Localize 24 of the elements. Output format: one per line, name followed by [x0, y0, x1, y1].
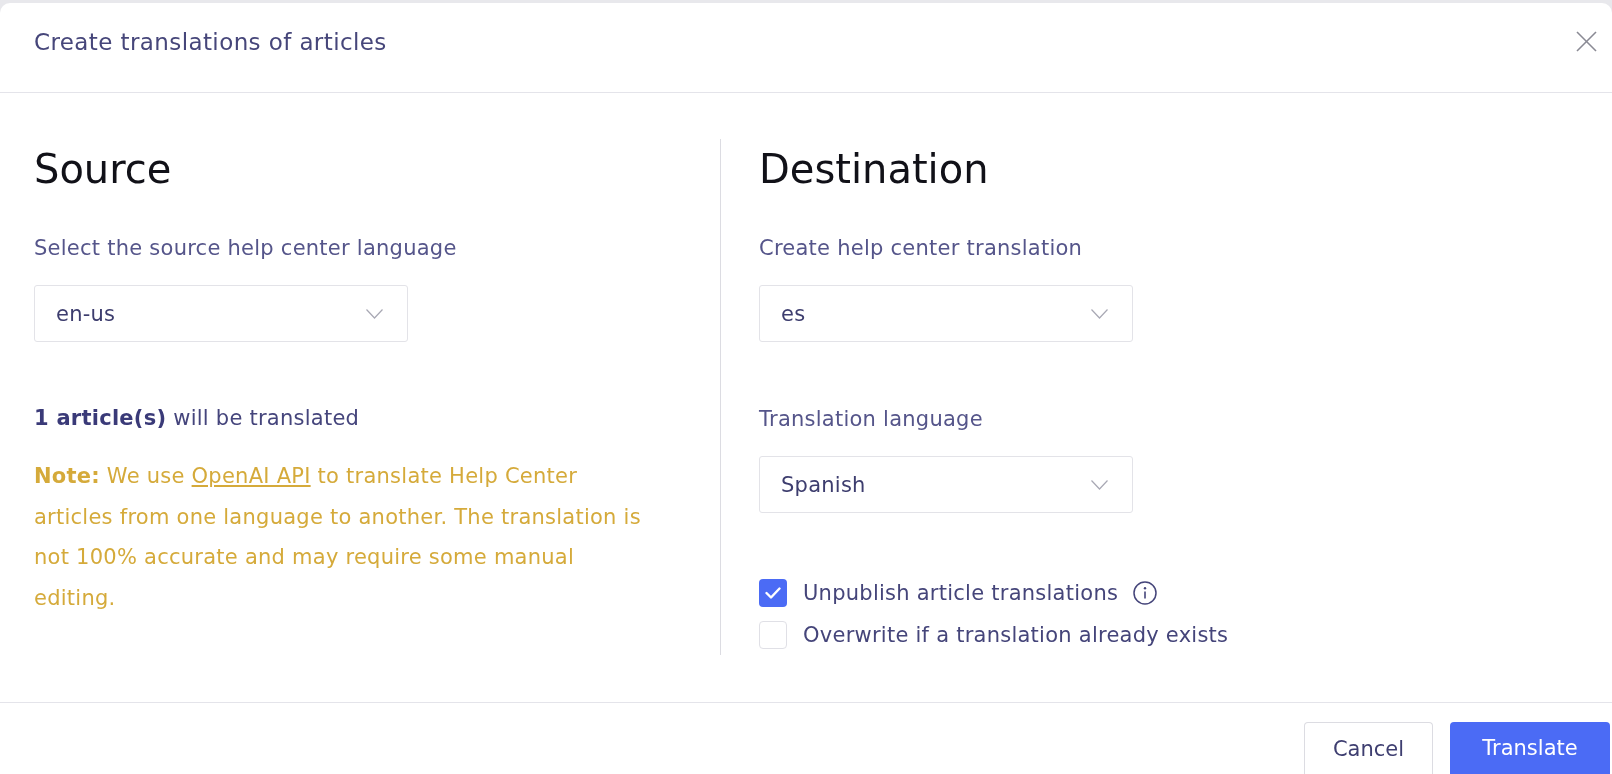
field-label: Select the source help center language — [34, 235, 457, 262]
info-icon[interactable] — [1133, 581, 1158, 605]
secondary-button[interactable]: Cancel — [1304, 722, 1433, 774]
checkbox[interactable] — [759, 621, 787, 649]
checkbox-label: Unpublish article translations — [803, 581, 1119, 605]
note-text: Note: We use OpenAI API to translate Help Center articles from one language to another. The translation is not 100% accurate and may require some manual editing. — [34, 463, 642, 612]
dialog-title: Create translations of articles — [34, 28, 387, 55]
checkbox[interactable] — [759, 579, 787, 607]
checkbox-label: Overwrite if a translation already exists — [803, 623, 1229, 647]
section-heading: Source — [34, 145, 172, 194]
chevron-down-icon — [1091, 308, 1108, 319]
section-heading: Destination — [759, 145, 989, 194]
language-dropdown[interactable]: Spanish — [759, 456, 1133, 513]
language-dropdown[interactable]: en-us — [34, 285, 408, 342]
chevron-down-icon — [366, 308, 383, 319]
close-icon — [1576, 31, 1597, 52]
field-label: Create help center translation — [759, 235, 1083, 262]
check-icon — [765, 587, 781, 599]
primary-button[interactable]: Translate — [1450, 722, 1610, 774]
article-count-text: 1 article(s) will be translated — [34, 405, 360, 432]
chevron-down-icon — [1091, 479, 1108, 490]
field-label: Translation language — [759, 406, 983, 433]
language-dropdown[interactable]: es — [759, 285, 1133, 342]
close-button[interactable] — [1576, 31, 1597, 52]
